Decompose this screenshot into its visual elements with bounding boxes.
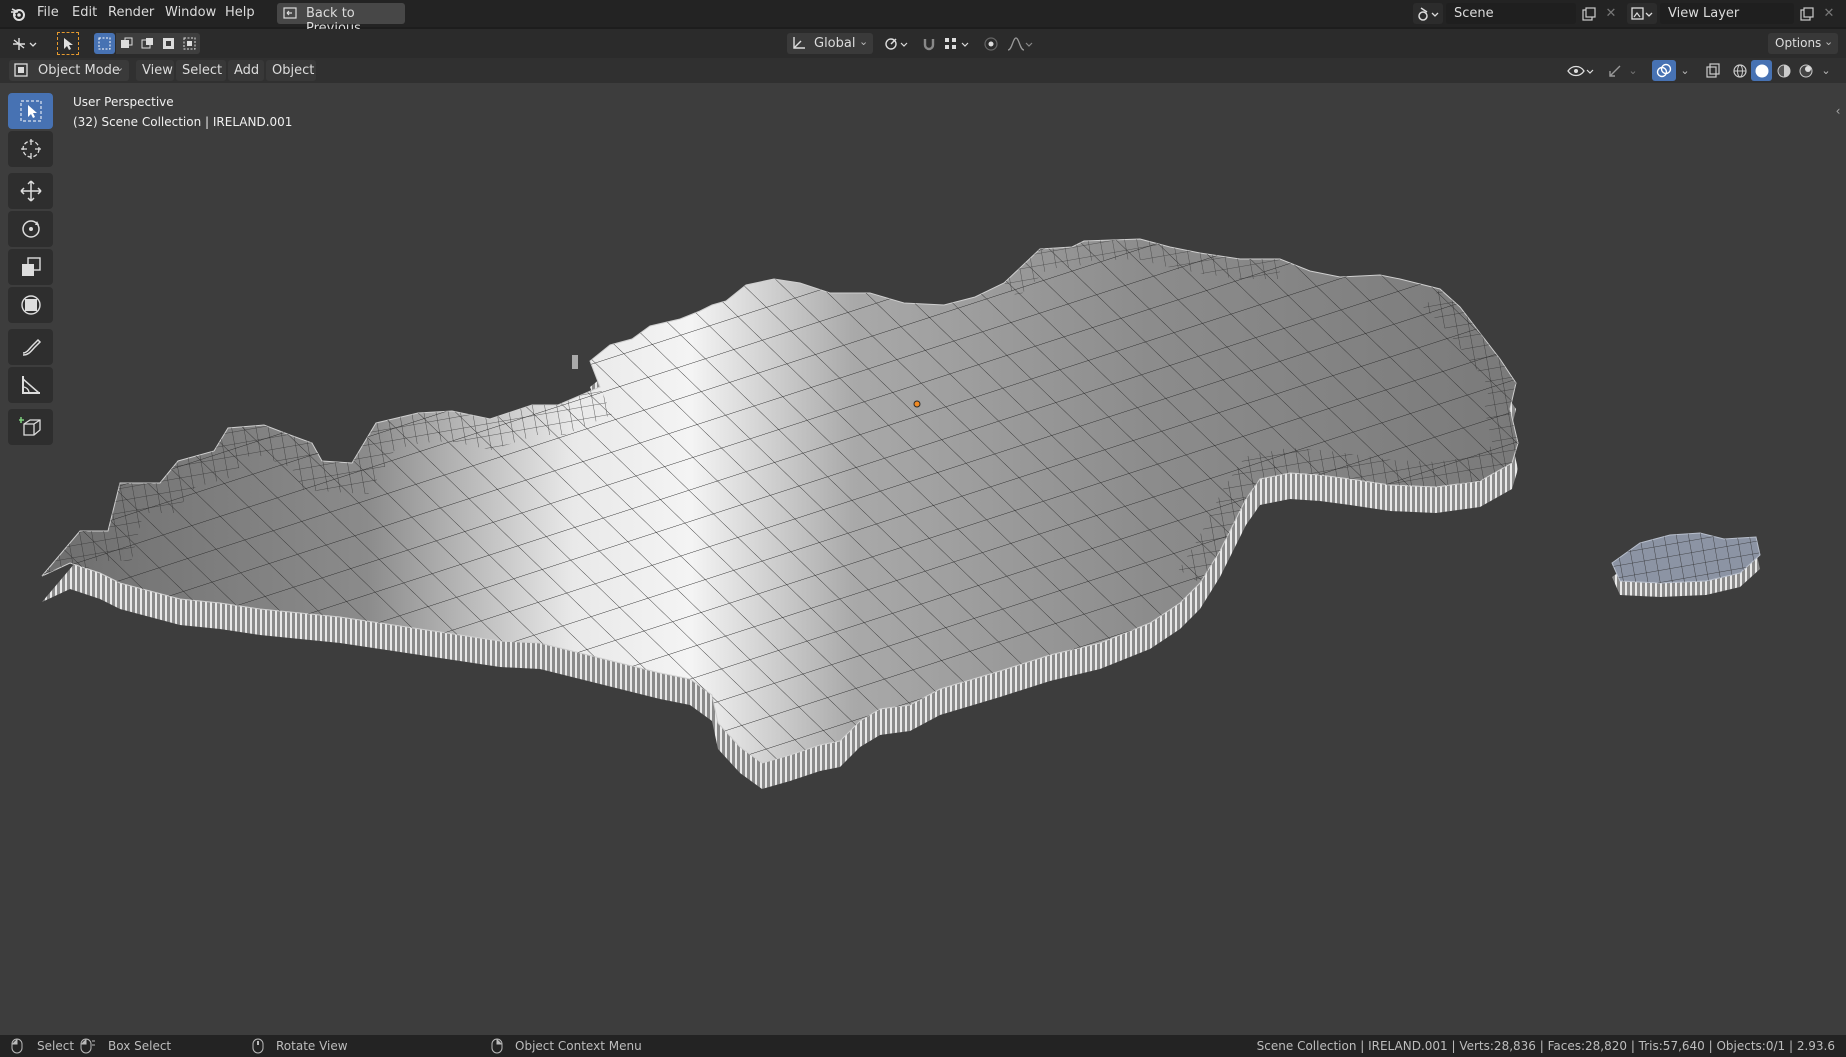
back-to-previous-button[interactable]: Back to Previous: [277, 3, 405, 36]
3d-viewport[interactable]: User Perspective (32) Scene Collection |…: [0, 83, 1846, 1035]
cursor-icon: [20, 139, 41, 159]
shading-rendered-icon[interactable]: [1795, 60, 1816, 81]
scale-icon: [21, 257, 41, 276]
mouse-right-icon: [491, 1038, 503, 1057]
overlays-toggle-icon[interactable]: [1652, 60, 1676, 81]
sidebar-expand-icon[interactable]: ‹: [1832, 103, 1844, 119]
menu-help[interactable]: Help: [225, 5, 255, 20]
select-menu[interactable]: Select: [176, 60, 226, 81]
annotate-icon: [22, 338, 41, 356]
view-menu-label: View: [142, 63, 173, 78]
view-layer-name-field[interactable]: View Layer: [1660, 3, 1794, 24]
transform-orientation-dropdown[interactable]: Global ⌄: [787, 33, 873, 54]
menu-render[interactable]: Render: [108, 5, 154, 20]
options-label: Options: [1775, 36, 1822, 50]
object-mode-icon: [14, 63, 28, 81]
rotate-icon: [21, 220, 40, 238]
select-mode-extend-icon[interactable]: [116, 33, 137, 54]
tool-transform[interactable]: [8, 287, 53, 323]
select-mode-invert-icon[interactable]: [158, 33, 179, 54]
chevron-down-icon: ⌄: [1824, 35, 1834, 48]
add-cube-icon: [18, 417, 41, 436]
scene-selector-icon[interactable]: [1413, 3, 1443, 24]
tool-move[interactable]: [8, 173, 53, 209]
tool-add-cube[interactable]: [8, 409, 53, 445]
tool-scale[interactable]: [8, 249, 53, 285]
shading-wireframe-icon[interactable]: [1729, 60, 1750, 81]
hint-rotate-view: Rotate View: [276, 1039, 348, 1053]
blender-logo-icon[interactable]: [8, 4, 28, 23]
chevron-down-icon: ⌄: [859, 35, 869, 48]
collection-label: (32) Scene Collection | IRELAND.001: [73, 115, 293, 129]
tool-measure[interactable]: [8, 367, 53, 403]
overlays-dropdown-icon[interactable]: ⌄: [1678, 60, 1692, 81]
editor-type-icon[interactable]: [8, 33, 42, 54]
islet: [572, 355, 578, 369]
perspective-label: User Perspective: [73, 95, 174, 109]
hint-box-select: Box Select: [108, 1039, 172, 1053]
mode-label: Object Mode: [38, 63, 120, 78]
hint-context-menu: Object Context Menu: [515, 1039, 642, 1053]
view-menu[interactable]: View: [136, 60, 174, 81]
mouse-left-icon: [11, 1038, 23, 1057]
hint-select: Select: [37, 1039, 75, 1053]
island-top-surface: [41, 238, 1519, 764]
tool-header: Global ⌄ Options ⌄: [0, 29, 1846, 58]
scene-statistics: Scene Collection | IRELAND.001 | Verts:2…: [1256, 1039, 1835, 1053]
scene-name-text: Scene: [1454, 6, 1494, 21]
tool-rotate[interactable]: [8, 211, 53, 247]
menu-file[interactable]: File: [37, 5, 59, 20]
mouse-drag-icon: [80, 1038, 96, 1057]
gizmo-toggle-icon[interactable]: [1604, 60, 1626, 81]
orientation-global-icon: [791, 35, 807, 55]
shading-solid-icon[interactable]: [1751, 60, 1772, 81]
xray-toggle-icon[interactable]: [1701, 60, 1725, 81]
view-layer-name-text: View Layer: [1668, 6, 1740, 21]
mode-dropdown[interactable]: Object Mode ⌄: [9, 60, 129, 81]
delete-view-layer-icon[interactable]: ✕: [1818, 3, 1840, 24]
transform-icon: [20, 295, 41, 315]
tool-cursor[interactable]: [8, 131, 53, 167]
object-origin-dot[interactable]: [913, 400, 921, 408]
snap-target-increment-icon[interactable]: [941, 33, 975, 54]
visibility-selectability-icon[interactable]: [1563, 60, 1597, 81]
scene-name-field[interactable]: Scene: [1446, 3, 1576, 24]
mouse-middle-icon: [252, 1038, 264, 1057]
select-mode-intersect-icon[interactable]: [179, 33, 200, 54]
gizmo-dropdown-icon[interactable]: ⌄: [1626, 60, 1640, 81]
viewport-scene: [41, 238, 1761, 789]
snap-toggle-icon[interactable]: [918, 33, 940, 54]
object-menu-label: Object: [272, 63, 315, 78]
menu-edit[interactable]: Edit: [72, 5, 97, 20]
select-box-icon: [20, 100, 41, 122]
viewport-header: Object Mode ⌄ View Select Add Object ⌄ ⌄…: [0, 58, 1846, 83]
active-tool-select-icon[interactable]: [57, 32, 79, 55]
tool-annotate[interactable]: [8, 329, 53, 365]
shading-material-icon[interactable]: [1773, 60, 1794, 81]
add-menu[interactable]: Add: [228, 60, 264, 81]
options-dropdown[interactable]: Options ⌄: [1768, 33, 1838, 54]
new-view-layer-icon[interactable]: [1796, 3, 1818, 24]
select-mode-subtract-icon[interactable]: [137, 33, 158, 54]
new-scene-icon[interactable]: [1578, 3, 1600, 24]
proportional-editing-icon[interactable]: [980, 33, 1002, 54]
move-icon: [19, 180, 42, 202]
pivot-point-icon[interactable]: [880, 33, 912, 54]
menu-window[interactable]: Window: [165, 5, 216, 20]
transform-orientation-label: Global: [814, 36, 856, 51]
status-bar: Select Box Select Rotate View Object Con…: [0, 1035, 1846, 1057]
measure-icon: [21, 376, 40, 394]
add-menu-label: Add: [234, 63, 260, 78]
chevron-down-icon: ⌄: [115, 61, 125, 74]
back-icon: [283, 6, 297, 24]
proportional-falloff-icon[interactable]: [1003, 33, 1037, 54]
top-menu-bar: File Edit Render Window Help Back to Pre…: [0, 0, 1846, 36]
select-menu-label: Select: [182, 63, 223, 78]
view-layer-selector-icon[interactable]: [1627, 3, 1657, 24]
object-menu[interactable]: Object: [266, 60, 316, 81]
delete-scene-icon[interactable]: ✕: [1600, 3, 1622, 24]
shading-dropdown-icon[interactable]: ⌄: [1818, 60, 1834, 81]
select-mode-new-icon[interactable]: [94, 33, 115, 54]
tool-select-box[interactable]: [8, 93, 53, 129]
